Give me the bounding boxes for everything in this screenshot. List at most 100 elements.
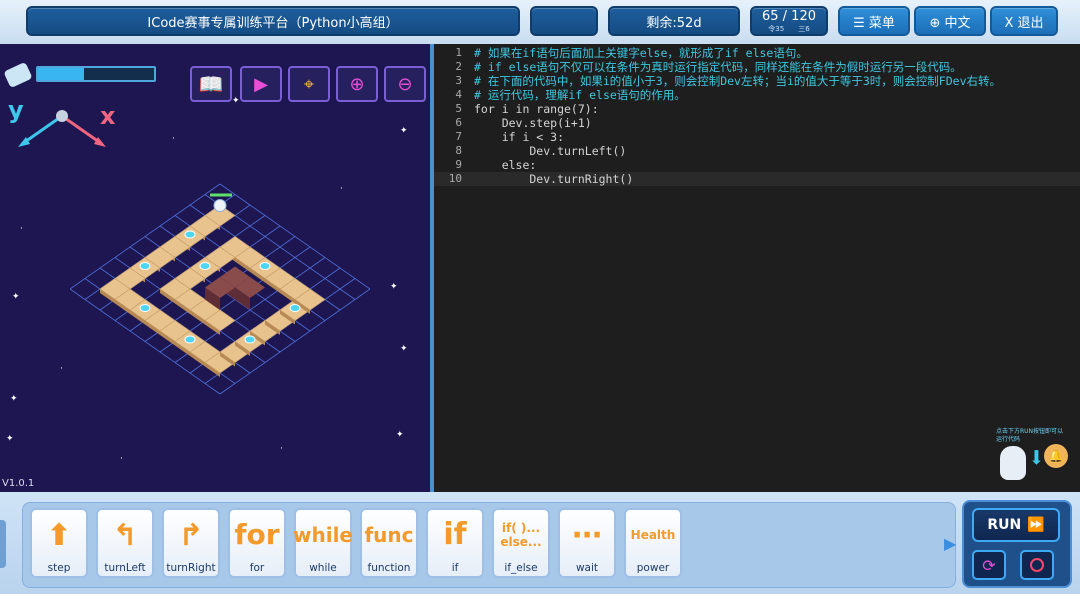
- map-pin-icon[interactable]: ⌖: [288, 66, 330, 102]
- level-progress: 65 / 120 令35 三6: [750, 6, 828, 36]
- line-number: 10: [448, 172, 462, 185]
- bell-icon[interactable]: 🔔: [1044, 444, 1068, 468]
- code-text: if i < 3:: [474, 130, 565, 144]
- block-label: while: [309, 562, 337, 574]
- code-text: for i in range(7):: [474, 102, 599, 116]
- down-arrow-icon: ⬇: [1028, 441, 1045, 474]
- code-line[interactable]: 8 Dev.turnLeft(): [434, 144, 1080, 158]
- run-button[interactable]: RUN ⏩: [972, 508, 1060, 542]
- energy-crystal-icon: [139, 262, 151, 270]
- code-text: # 在下面的代码中，如果i的值小于3，则会控制Dev左转；当i的值大于等于3时，…: [474, 74, 1002, 88]
- power-icon: Health: [630, 527, 676, 542]
- progress-sub-a: 令35: [768, 24, 785, 33]
- axis-y-label: y: [8, 96, 24, 124]
- blocks-scroll-right-icon[interactable]: ▶: [944, 534, 956, 553]
- code-text: else:: [474, 158, 537, 172]
- robot-icon: [213, 199, 227, 212]
- step-icon: ⬆: [46, 517, 72, 553]
- while-block-icon: while: [293, 523, 353, 547]
- block-step[interactable]: ⬆ step: [30, 508, 88, 578]
- energy-crystal-icon: [259, 262, 271, 270]
- block-turnleft[interactable]: ↰ turnLeft: [96, 508, 154, 578]
- code-line[interactable]: 6 Dev.step(i+1): [434, 116, 1080, 130]
- energy-crystal-icon: [139, 304, 151, 312]
- code-line[interactable]: 1 # 如果在if语句后面加上关键字else，就形成了if else语句。: [434, 46, 1080, 60]
- version-label: V1.0.1: [2, 478, 35, 489]
- line-number: 3: [455, 74, 462, 87]
- energy-bar: [36, 66, 156, 82]
- stop-icon: [1030, 558, 1044, 572]
- func-block-icon: func: [364, 523, 414, 547]
- language-button[interactable]: ⊕ 中文: [914, 6, 986, 36]
- block-turnright[interactable]: ↱ turnRight: [162, 508, 220, 578]
- energy-fill: [38, 68, 85, 80]
- block-label: function: [367, 562, 411, 574]
- speed-icon[interactable]: ▶: [240, 66, 282, 102]
- block-label: turnRight: [166, 562, 216, 574]
- if-block-icon: if: [443, 517, 467, 552]
- code-line[interactable]: 10 Dev.turnRight(): [434, 172, 1080, 186]
- zoom-in-icon[interactable]: ⊕: [336, 66, 378, 102]
- left-edge-tab[interactable]: [0, 520, 6, 568]
- code-text: # 运行代码，理解if else语句的作用。: [474, 88, 686, 102]
- menu-button[interactable]: ☰ 菜单: [838, 6, 910, 36]
- block-label: power: [636, 562, 670, 574]
- line-number: 8: [455, 144, 462, 157]
- blank-panel: [530, 6, 598, 36]
- energy-crystal-icon: [184, 335, 196, 344]
- code-editor[interactable]: 1 # 如果在if语句后面加上关键字else，就形成了if else语句。 2 # i…: [434, 44, 1080, 492]
- line-number: 7: [455, 130, 462, 143]
- code-line[interactable]: 2 # if else语句不仅可以在条件为真时运行指定代码，同样还能在条件为假时运…: [434, 60, 1080, 74]
- turn-right-icon: ↱: [178, 517, 204, 553]
- fast-forward-icon: ⏩: [1027, 517, 1045, 533]
- stop-button[interactable]: [1020, 550, 1054, 580]
- block-while[interactable]: while while: [293, 508, 353, 578]
- axis-x-label: x: [100, 102, 116, 130]
- run-label: RUN: [987, 517, 1022, 533]
- reset-button[interactable]: ⟳: [972, 550, 1006, 580]
- exit-button[interactable]: X 退出: [990, 6, 1058, 36]
- code-line[interactable]: 4 # 运行代码，理解if else语句的作用。: [434, 88, 1080, 102]
- robot-avatar-icon: [1000, 446, 1026, 480]
- book-icon[interactable]: 📖: [190, 66, 232, 102]
- code-text: Dev.turnRight(): [474, 172, 634, 186]
- code-line[interactable]: 5 for i in range(7):: [434, 102, 1080, 116]
- line-number: 5: [455, 102, 462, 115]
- platform-title: ICode赛事专属训练平台（Python小高组）: [26, 6, 520, 36]
- energy-crystal-icon: [184, 230, 196, 239]
- game-canvas[interactable]: ✦ ✦ · · ✦ ✦ ✦ ✦ ✦ ✦ · · · · 📖 ▶ ⌖ ⊕ ⊖ y …: [0, 44, 430, 492]
- remaining-days: 剩余:52d: [608, 6, 740, 36]
- energy-crystal-icon: [244, 335, 256, 344]
- code-text: Dev.turnLeft(): [474, 144, 627, 158]
- code-line[interactable]: 9 else:: [434, 158, 1080, 172]
- block-label: step: [47, 562, 71, 574]
- progress-sub-b: 三6: [798, 24, 810, 33]
- line-number: 4: [455, 88, 462, 101]
- block-label: for: [249, 562, 265, 574]
- block-for[interactable]: for for: [228, 508, 286, 578]
- isometric-map: [70, 183, 370, 395]
- robot-health-bar: [210, 193, 232, 197]
- block-label: if: [451, 562, 459, 574]
- block-wait[interactable]: ⋯ wait: [558, 508, 616, 578]
- line-number: 1: [455, 46, 462, 59]
- zoom-out-icon[interactable]: ⊖: [384, 66, 426, 102]
- code-text: Dev.step(i+1): [474, 116, 592, 130]
- battery-icon: [3, 61, 33, 89]
- block-label: turnLeft: [104, 562, 146, 574]
- energy-crystal-icon: [289, 304, 301, 312]
- block-label: if_else: [504, 562, 538, 574]
- block-label: wait: [575, 562, 599, 574]
- line-number: 2: [455, 60, 462, 73]
- block-function[interactable]: func function: [360, 508, 418, 578]
- wait-icon: ⋯: [572, 517, 602, 553]
- code-line[interactable]: 7 if i < 3:: [434, 130, 1080, 144]
- code-line[interactable]: 3 # 在下面的代码中，如果i的值小于3，则会控制Dev左转；当i的值大于等于3时…: [434, 74, 1080, 88]
- energy-crystal-icon: [199, 262, 211, 270]
- block-power[interactable]: Health power: [624, 508, 682, 578]
- block-if[interactable]: if if: [426, 508, 484, 578]
- code-text: # 如果在if语句后面加上关键字else，就形成了if else语句。: [474, 46, 808, 60]
- code-text: # if else语句不仅可以在条件为真时运行指定代码，同样还能在条件为假时运行…: [474, 60, 962, 74]
- block-if-else[interactable]: if( )... else... if_else: [492, 508, 550, 578]
- progress-count: 65 / 120: [762, 8, 816, 24]
